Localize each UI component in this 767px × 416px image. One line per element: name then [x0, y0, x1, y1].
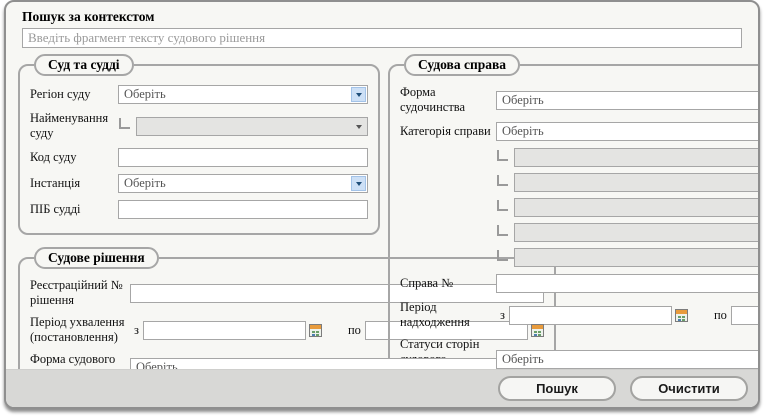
judge-name-label: ПІБ судді: [30, 202, 118, 217]
clear-button[interactable]: Очистити: [630, 376, 748, 401]
date-from-label: з: [500, 308, 505, 323]
dropdown-arrow-icon[interactable]: [351, 176, 366, 191]
subcategory-select-4-disabled: [514, 223, 760, 242]
proceedings-form-label: Форма судочинства: [400, 85, 496, 115]
subcategory-row-5: [496, 248, 760, 267]
dropdown-arrow-icon[interactable]: [351, 87, 366, 102]
case-number-row: Справа №: [400, 274, 760, 293]
calendar-icon[interactable]: [309, 324, 322, 337]
instance-row: Інстанція Оберіть: [30, 174, 368, 193]
court-case-legend: Судова справа: [404, 54, 520, 76]
date-to-label: по: [714, 308, 727, 323]
court-and-judges-group: Суд та судді Регіон суду Оберіть Наймену…: [18, 54, 380, 235]
receipt-date-to-input[interactable]: [731, 306, 760, 325]
judge-name-input[interactable]: [118, 200, 368, 219]
proceedings-form-row: Форма судочинства Оберіть: [400, 85, 760, 115]
region-select[interactable]: Оберіть: [118, 85, 368, 104]
subcategory-select-1-disabled: [514, 148, 760, 167]
subcategory-select-2-disabled: [514, 173, 760, 192]
region-row: Регіон суду Оберіть: [30, 85, 368, 104]
court-name-row: Найменування суду: [30, 111, 368, 141]
court-and-judges-legend: Суд та судді: [34, 54, 134, 76]
search-button[interactable]: Пошук: [498, 376, 616, 401]
judge-row: ПІБ судді: [30, 200, 368, 219]
receipt-date-from-input[interactable]: [509, 306, 672, 325]
subcategory-branch-icon: [497, 150, 508, 161]
context-search-input[interactable]: [22, 28, 742, 48]
party-statuses-select-value: Оберіть: [502, 352, 544, 367]
court-name-label: Найменування суду: [30, 111, 118, 141]
receipt-period-row: Період надходження з по: [400, 300, 760, 330]
case-category-row: Категорія справи Оберіть: [400, 122, 760, 141]
calendar-icon[interactable]: [675, 309, 688, 322]
case-category-select-value: Оберіть: [502, 124, 544, 139]
search-form-window: Пошук за контекстом Суд та судді Регіон …: [4, 0, 760, 409]
court-case-group: Судова справа Форма судочинства Оберіть …: [388, 54, 760, 398]
subcategory-branch-icon: [497, 200, 508, 211]
subcategory-row-3: [496, 198, 760, 217]
instance-select[interactable]: Оберіть: [118, 174, 368, 193]
subcategory-branch-icon: [497, 250, 508, 261]
date-from-label: з: [134, 323, 139, 338]
court-code-label: Код суду: [30, 150, 118, 165]
case-category-select[interactable]: Оберіть: [496, 122, 760, 141]
subcategory-row-2: [496, 173, 760, 192]
party-statuses-select[interactable]: Оберіть: [496, 350, 760, 369]
case-number-label: Справа №: [400, 276, 496, 291]
subcategory-branch-icon: [497, 175, 508, 186]
receipt-period-label: Період надходження: [400, 300, 496, 330]
court-name-select-disabled: [136, 117, 368, 136]
calendar-icon[interactable]: [531, 324, 544, 337]
subcategory-branch-icon: [119, 118, 130, 129]
proceedings-form-select-value: Оберіть: [502, 93, 544, 108]
subcategory-row-1: [496, 148, 760, 167]
date-to-label: по: [348, 323, 361, 338]
region-select-value: Оберіть: [124, 87, 166, 102]
case-number-input[interactable]: [496, 274, 760, 293]
subcategory-row-4: [496, 223, 760, 242]
dropdown-arrow-icon: [351, 119, 366, 134]
subcategory-select-3-disabled: [514, 198, 760, 217]
court-decision-legend: Судове рішення: [34, 247, 159, 269]
region-label: Регіон суду: [30, 87, 118, 102]
context-search-section: Пошук за контекстом: [6, 2, 758, 48]
subcategory-select-5-disabled: [514, 248, 760, 267]
proceedings-form-select[interactable]: Оберіть: [496, 91, 760, 110]
reg-number-label: Реєстраційний № рішення: [30, 278, 130, 308]
court-code-input[interactable]: [118, 148, 368, 167]
context-search-label: Пошук за контекстом: [22, 9, 742, 25]
court-code-row: Код суду: [30, 148, 368, 167]
case-category-label: Категорія справи: [400, 124, 496, 139]
instance-label: Інстанція: [30, 176, 118, 191]
subcategory-branch-icon: [497, 225, 508, 236]
instance-select-value: Оберіть: [124, 176, 166, 191]
footer-bar: Пошук Очистити: [6, 369, 758, 407]
adoption-period-label: Період ухвалення (постановлення): [30, 315, 130, 345]
adoption-date-from-input[interactable]: [143, 321, 306, 340]
